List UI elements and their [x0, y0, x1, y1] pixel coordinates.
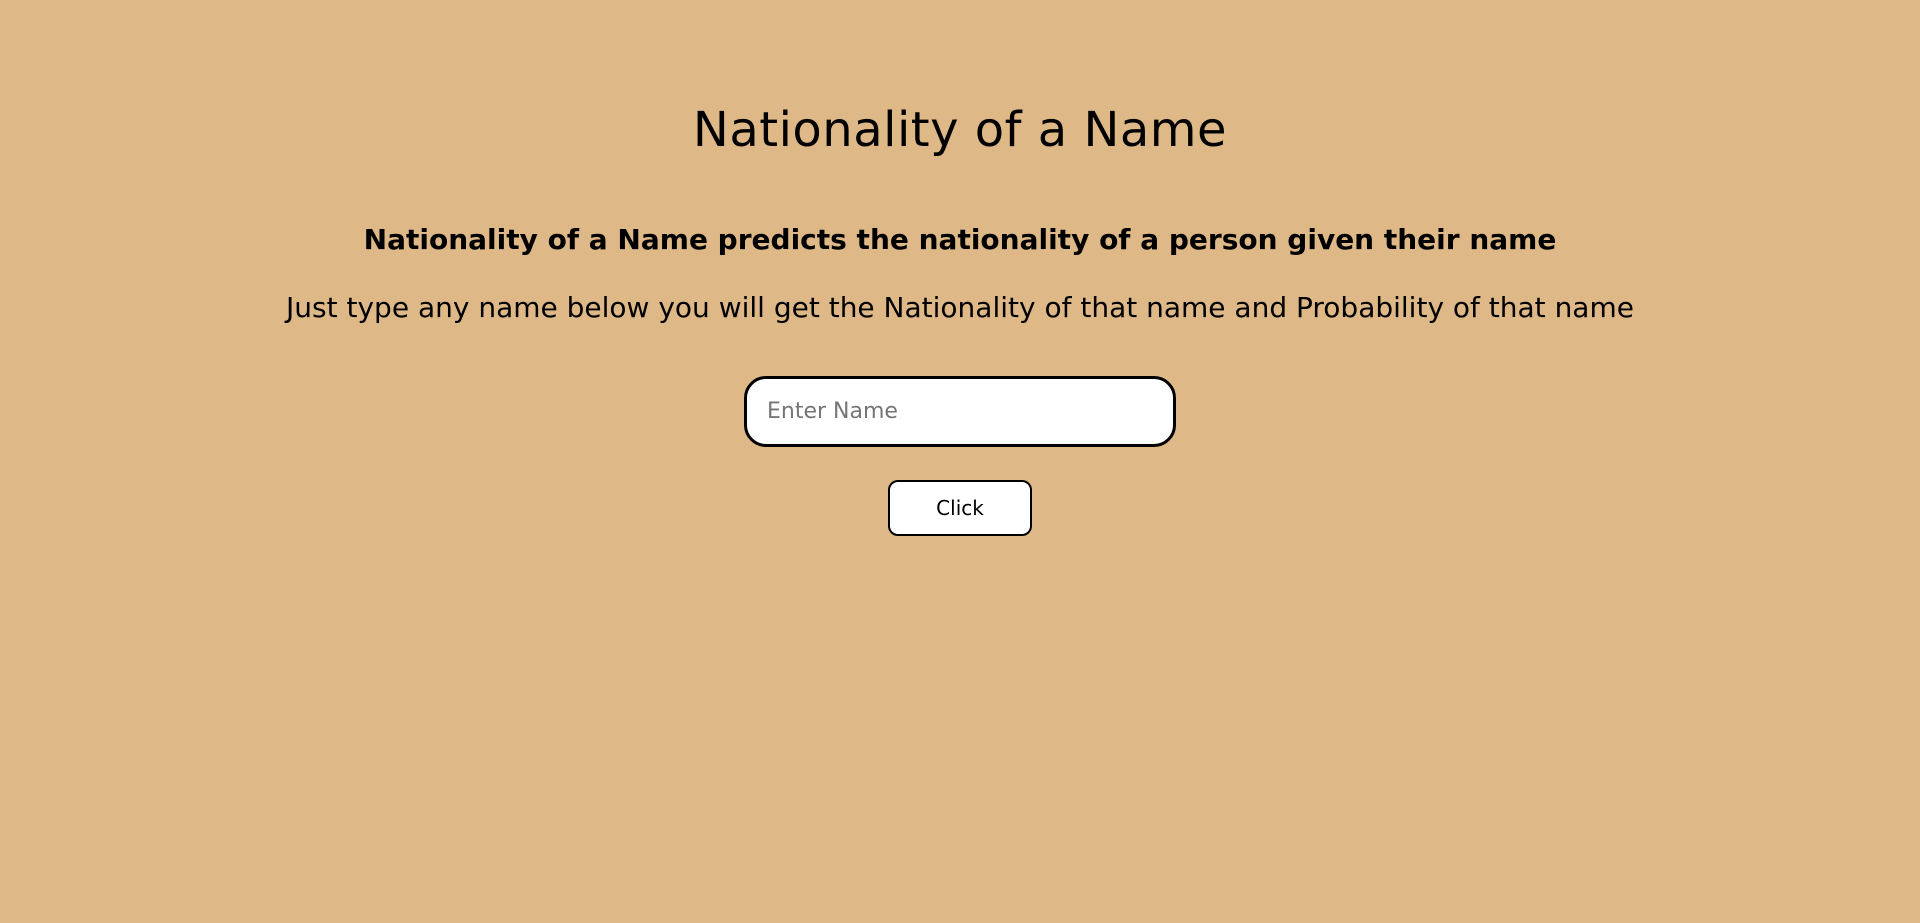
page: Nationality of a Name Nationality of a N… [0, 0, 1920, 923]
instructions-text: Just type any name below you will get th… [286, 291, 1634, 324]
page-title: Nationality of a Name [692, 102, 1228, 158]
page-subtitle: Nationality of a Name predicts the natio… [363, 223, 1557, 256]
submit-button[interactable]: Click [888, 480, 1032, 536]
name-input[interactable] [744, 376, 1176, 447]
